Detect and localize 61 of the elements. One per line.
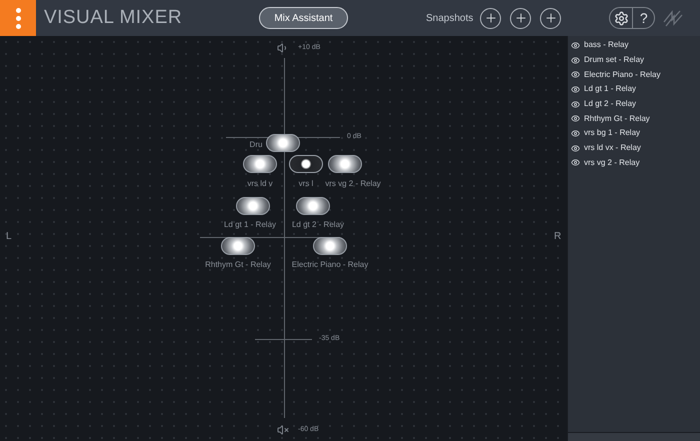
channel-label: Rhthym Gt - Relay: [205, 259, 271, 271]
eye-icon[interactable]: [571, 144, 580, 153]
right-label: R: [554, 230, 562, 244]
channel-label: Ld gt 2 - Relay: [292, 219, 344, 231]
track-name: Rhthym Gt - Relay: [584, 112, 650, 125]
track-item[interactable]: vrs ld vx - Relay: [568, 140, 700, 156]
channel-puck[interactable]: [243, 155, 277, 173]
channel-puck[interactable]: [313, 237, 347, 255]
channel-puck[interactable]: [328, 155, 362, 173]
left-label: L: [6, 230, 12, 244]
level-line: [255, 339, 312, 340]
track-name: Ld gt 2 - Relay: [584, 98, 636, 110]
eye-icon[interactable]: [571, 56, 580, 65]
snapshots-label: Snapshots: [426, 12, 474, 26]
track-item[interactable]: vrs bg 1 - Relay: [568, 126, 700, 141]
gear-icon: [614, 10, 629, 26]
track-name: vrs ld vx - Relay: [584, 142, 641, 154]
speaker-icon: [277, 42, 289, 54]
channel-label: Electric Piano - Relay: [292, 259, 368, 271]
app-title: VISUAL MIXER: [44, 6, 184, 30]
eye-icon[interactable]: [571, 114, 580, 124]
channel-puck[interactable]: [289, 155, 323, 173]
channel-label: Ld gt 1 - Relay: [224, 219, 276, 231]
plus-icon: [484, 11, 498, 25]
eye-icon[interactable]: [571, 128, 580, 138]
eye-icon[interactable]: [571, 158, 580, 168]
channel-label: vrs vg 2 - Relay: [325, 178, 381, 190]
help-button[interactable]: ?: [632, 8, 654, 28]
track-name: bass - Relay: [584, 39, 628, 52]
channel-label: vrs ld v: [247, 178, 273, 190]
track-item[interactable]: Electric Piano - Relay: [568, 67, 700, 82]
track-item[interactable]: Drum set - Relay: [568, 52, 700, 68]
channel-puck[interactable]: [266, 134, 300, 152]
menu-button[interactable]: [0, 0, 36, 36]
add-snapshot-button[interactable]: [510, 8, 532, 28]
channel-label: Dru: [250, 139, 262, 151]
track-item[interactable]: Ld gt 2 - Relay: [568, 96, 700, 112]
add-snapshot-button[interactable]: [540, 8, 562, 28]
channel-puck[interactable]: [221, 237, 255, 255]
track-item[interactable]: Ld gt 1 - Relay: [568, 82, 700, 97]
channel-puck[interactable]: [236, 197, 270, 215]
plus-icon: [514, 11, 528, 25]
mix-assistant-button[interactable]: Mix Assistant: [259, 7, 348, 29]
channel-puck[interactable]: [296, 197, 330, 215]
add-snapshot-button[interactable]: [480, 8, 502, 28]
track-name: Electric Piano - Relay: [584, 68, 660, 81]
eye-icon[interactable]: [571, 100, 580, 109]
track-name: vrs vg 2 - Relay: [584, 156, 640, 169]
track-item[interactable]: Rhthym Gt - Relay: [568, 111, 700, 126]
track-item[interactable]: bass - Relay: [568, 38, 700, 53]
track-name: Drum set - Relay: [584, 54, 644, 66]
plus-icon: [544, 11, 558, 25]
track-item[interactable]: vrs vg 2 - Relay: [568, 156, 700, 170]
channel-label: vrs l: [298, 178, 314, 190]
eye-icon[interactable]: [571, 70, 580, 80]
eye-icon[interactable]: [571, 84, 580, 94]
mute-speaker-icon: [277, 424, 289, 436]
logo-icon: [662, 8, 684, 28]
eye-icon[interactable]: [571, 40, 580, 50]
track-name: vrs bg 1 - Relay: [584, 127, 640, 140]
track-name: Ld gt 1 - Relay: [584, 83, 636, 96]
